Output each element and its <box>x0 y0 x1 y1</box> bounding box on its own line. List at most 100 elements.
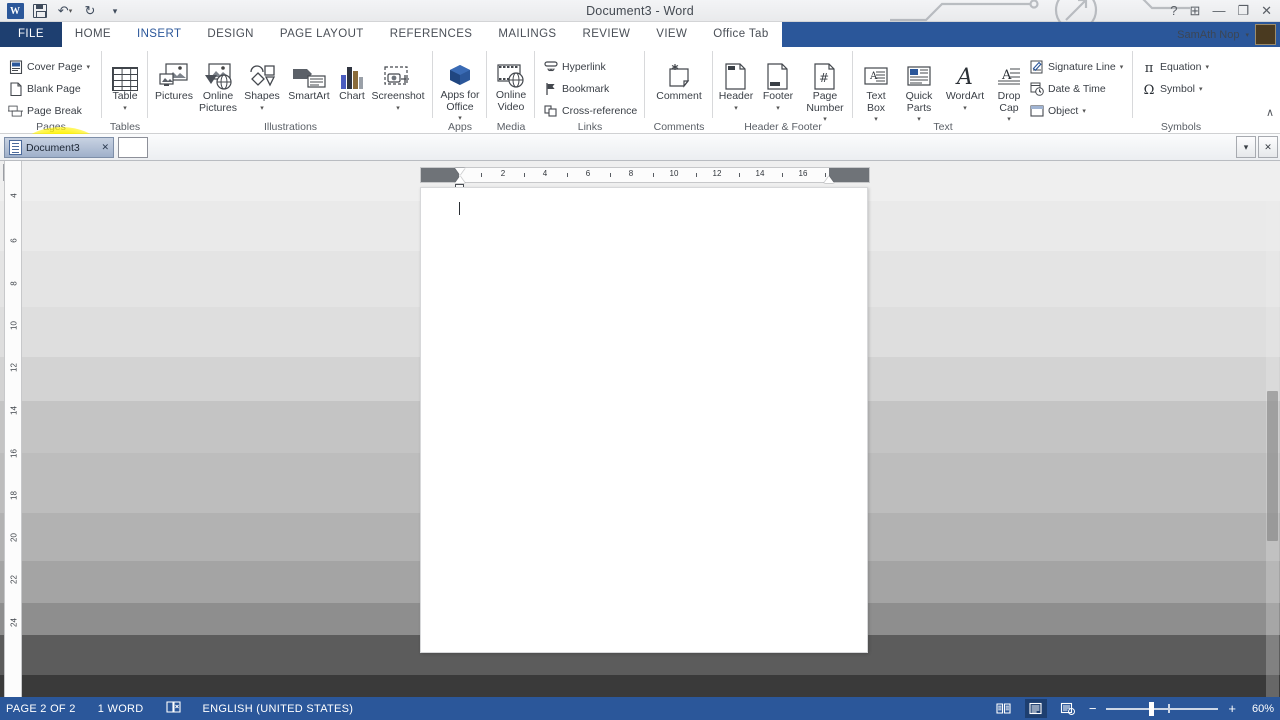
pictures-label: Pictures <box>155 90 193 102</box>
vertical-scrollbar-thumb[interactable] <box>1267 391 1278 541</box>
equation-button[interactable]: π Equation ▾ <box>1141 58 1209 76</box>
tab-design[interactable]: DESIGN <box>194 22 267 47</box>
header-button[interactable]: Header ▾ <box>715 59 757 114</box>
comment-button[interactable]: Comment <box>647 59 711 103</box>
group-label-apps: Apps <box>448 121 472 133</box>
online-video-button[interactable]: Online Video <box>489 58 533 113</box>
collapse-ribbon-button[interactable]: ∧ <box>1266 106 1274 119</box>
word-count[interactable]: 1 WORD <box>98 703 144 715</box>
signature-line-button[interactable]: Signature Line ▾ <box>1029 58 1123 76</box>
footer-label: Footer <box>762 90 794 102</box>
proofing-errors-icon[interactable] <box>165 700 181 717</box>
date-time-button[interactable]: Date & Time <box>1029 80 1106 98</box>
chevron-down-icon[interactable]: ▾ <box>260 103 264 115</box>
zoom-slider-thumb[interactable] <box>1148 701 1154 716</box>
text-box-button[interactable]: A Text Box ▾ <box>855 59 897 126</box>
print-layout-button[interactable] <box>1024 699 1047 718</box>
document-page[interactable] <box>420 187 868 653</box>
ribbon-group-media: Online Video Media <box>487 47 535 134</box>
tab-office-tab[interactable]: Office Tab <box>700 22 782 47</box>
vertical-scrollbar[interactable] <box>1266 161 1279 697</box>
hanging-indent-marker[interactable] <box>455 176 465 183</box>
tab-review[interactable]: REVIEW <box>569 22 644 47</box>
chevron-down-icon[interactable]: ▾ <box>963 103 967 115</box>
read-mode-button[interactable] <box>993 699 1015 718</box>
screenshot-button[interactable]: Screenshot ▾ <box>370 59 426 114</box>
user-name-label[interactable]: SamAth Nop <box>1177 29 1239 41</box>
date-time-icon <box>1029 82 1044 97</box>
table-label: Table <box>112 90 138 102</box>
blank-page-button[interactable]: Blank Page <box>8 80 81 98</box>
hruler-tick: 6 <box>585 169 591 178</box>
tab-page-layout[interactable]: PAGE LAYOUT <box>266 22 377 47</box>
chart-label: Chart <box>339 90 365 102</box>
chevron-down-icon[interactable]: ▾ <box>734 103 738 115</box>
tab-references[interactable]: REFERENCES <box>376 22 486 47</box>
ribbon-group-illustrations: Pictures Online Pictures Shapes ▾ SmartA… <box>148 47 433 134</box>
pictures-button[interactable]: Pictures <box>150 59 198 103</box>
page-number-button[interactable]: # Page Number ▾ <box>799 59 851 126</box>
tab-mailings[interactable]: MAILINGS <box>485 22 570 47</box>
bookmark-button[interactable]: Bookmark <box>543 80 609 98</box>
ribbon-display-options-button[interactable]: ⊞ <box>1190 0 1201 22</box>
smartart-button[interactable]: SmartArt <box>284 59 334 103</box>
minimize-button[interactable]: — <box>1212 0 1225 22</box>
web-layout-button[interactable] <box>1057 699 1079 718</box>
zoom-in-button[interactable]: + <box>1228 702 1236 715</box>
page-break-button[interactable]: Page Break <box>8 102 82 120</box>
cross-reference-button[interactable]: Cross-reference <box>543 102 637 120</box>
page-indicator[interactable]: PAGE 2 OF 2 <box>6 703 76 715</box>
office-tab-bar: Document3 ✕ ▾ ✕ <box>0 134 1280 161</box>
right-indent-marker[interactable] <box>824 176 834 183</box>
close-icon[interactable]: ✕ <box>101 142 109 153</box>
date-time-label: Date & Time <box>1048 83 1106 95</box>
office-tab-new-tab-button[interactable] <box>118 137 148 158</box>
chevron-down-icon[interactable]: ▾ <box>86 63 90 71</box>
page-break-label: Page Break <box>27 105 82 117</box>
office-tab-close-button[interactable]: ✕ <box>1258 136 1278 158</box>
table-button[interactable]: Table ▾ <box>105 59 145 114</box>
vruler-tick: 8 <box>9 281 19 286</box>
tab-file[interactable]: FILE <box>0 22 62 47</box>
first-line-indent-marker[interactable] <box>455 168 465 175</box>
office-tab-document3[interactable]: Document3 ✕ <box>4 137 114 158</box>
text-caret <box>459 202 460 215</box>
drop-cap-button[interactable]: A Drop Cap ▾ <box>989 59 1029 126</box>
status-bar: PAGE 2 OF 2 1 WORD ENGLISH (UNITED STATE… <box>0 697 1280 720</box>
chevron-down-icon[interactable]: ▾ <box>776 103 780 115</box>
zoom-slider[interactable] <box>1106 701 1219 716</box>
ribbon-group-links: Hyperlink Bookmark Cross-reference Links <box>535 47 645 134</box>
language-indicator[interactable]: ENGLISH (UNITED STATES) <box>203 703 354 715</box>
chevron-down-icon[interactable]: ▾ <box>1199 85 1203 93</box>
avatar[interactable] <box>1255 24 1276 45</box>
chevron-down-icon[interactable]: ▾ <box>396 103 400 115</box>
restore-button[interactable]: ❐ <box>1237 0 1249 22</box>
cover-page-button[interactable]: Cover Page ▾ <box>8 58 90 76</box>
vruler-tick: 24 <box>9 618 19 627</box>
chevron-down-icon[interactable]: ▾ <box>1082 107 1086 115</box>
hyperlink-button[interactable]: Hyperlink <box>543 58 606 76</box>
close-button[interactable]: ✕ <box>1261 0 1272 22</box>
chart-button[interactable]: Chart <box>334 59 370 103</box>
object-button[interactable]: Object ▾ <box>1029 102 1086 120</box>
tab-home[interactable]: HOME <box>61 22 124 47</box>
zoom-level-label[interactable]: 60% <box>1246 703 1274 715</box>
zoom-out-button[interactable]: − <box>1089 702 1097 715</box>
vertical-ruler[interactable]: 4 6 8 10 12 14 16 18 20 22 24 <box>4 161 22 697</box>
help-button[interactable]: ? <box>1170 0 1177 22</box>
horizontal-ruler[interactable]: 2 4 6 8 10 12 14 16 <box>420 167 870 192</box>
chevron-down-icon[interactable]: ▾ <box>123 103 127 115</box>
quick-parts-button[interactable]: Quick Parts ▾ <box>897 59 941 126</box>
chevron-down-icon[interactable]: ▾ <box>1205 63 1209 71</box>
tab-insert[interactable]: INSERT <box>124 22 195 47</box>
wordart-button[interactable]: A WordArt ▾ <box>941 59 989 114</box>
symbol-button[interactable]: Ω Symbol ▾ <box>1141 80 1203 98</box>
apps-for-office-button[interactable]: Apps for Office ▾ <box>435 58 485 125</box>
tab-view[interactable]: VIEW <box>643 22 701 47</box>
footer-button[interactable]: Footer ▾ <box>757 59 799 114</box>
chevron-down-icon[interactable]: ▾ <box>1120 63 1124 71</box>
office-tab-list-button[interactable]: ▾ <box>1236 136 1256 158</box>
shapes-button[interactable]: Shapes ▾ <box>240 59 284 114</box>
chevron-down-icon[interactable]: ▾ <box>1245 31 1249 39</box>
online-pictures-button[interactable]: Online Pictures <box>196 59 240 114</box>
